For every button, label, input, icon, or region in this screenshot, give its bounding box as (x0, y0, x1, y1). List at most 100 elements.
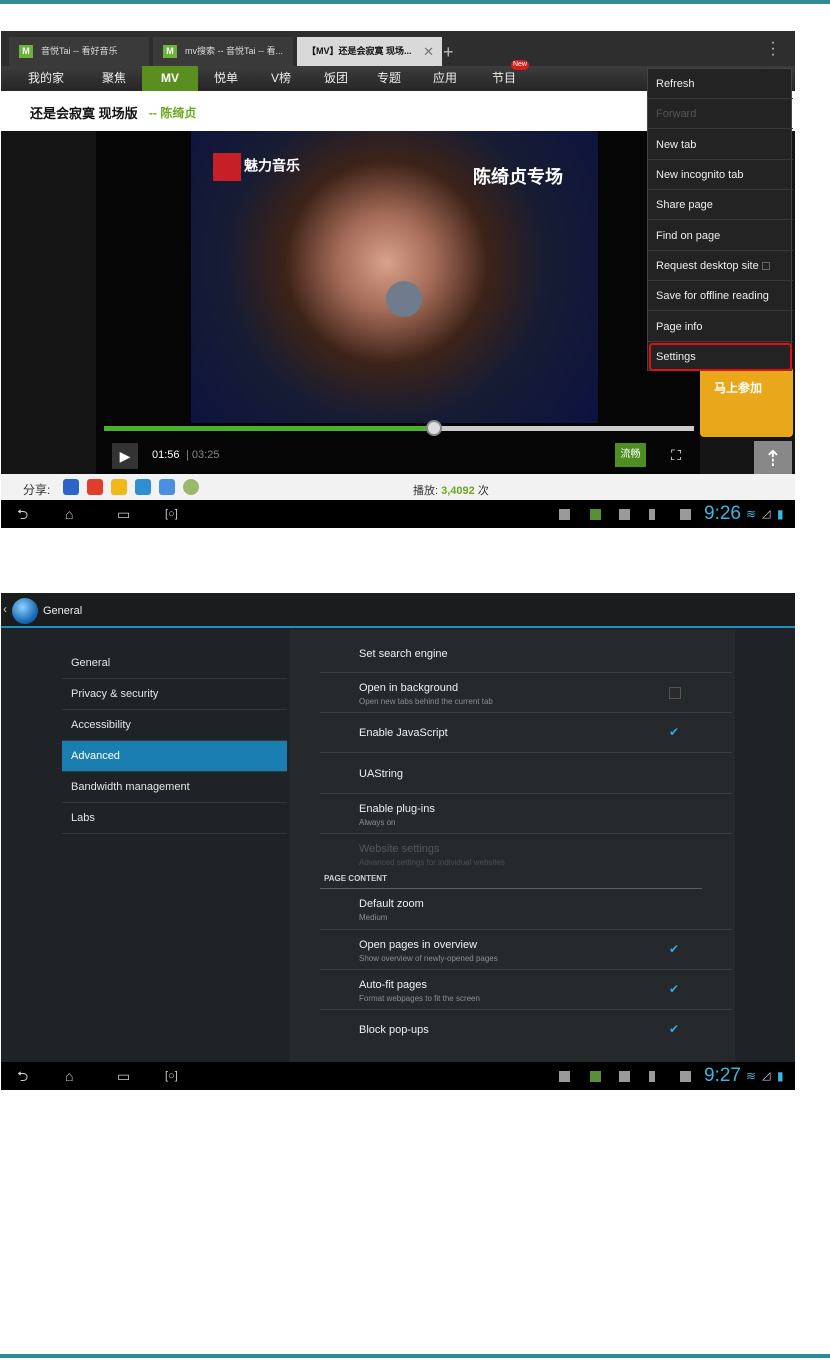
home-icon[interactable]: ⌂ (65, 1062, 73, 1090)
artist-link[interactable]: 陈绮贞 (160, 106, 196, 120)
notification-icon[interactable] (559, 1071, 570, 1082)
setting-open-in-background[interactable]: Open in background Open new tabs behind … (320, 673, 732, 713)
recents-icon[interactable]: ▭ (117, 1062, 130, 1090)
android-icon[interactable] (590, 1071, 601, 1082)
signal-icon: ◿ (762, 508, 771, 520)
android-icon[interactable] (590, 509, 601, 520)
play-button[interactable]: ▶ (112, 443, 138, 469)
menu-item-forward: Forward (648, 99, 793, 129)
category-labs[interactable]: Labs (62, 803, 287, 834)
screenshot-icon[interactable]: [○] (165, 1062, 178, 1090)
site-nav-item[interactable]: 应用 (422, 66, 468, 91)
share-icon-4[interactable] (135, 479, 151, 495)
system-navigation-bar: ⮌ ⌂ ▭ [○] 9:26 ≋ ◿ ▮ (1, 500, 795, 528)
setting-enable-plugins[interactable]: Enable plug-ins Always on (320, 794, 732, 834)
site-nav-item[interactable]: 饭团 (313, 66, 359, 91)
setting-uastring[interactable]: UAString (320, 753, 732, 794)
desktop-site-checkbox[interactable] (761, 262, 770, 271)
mail-icon[interactable] (619, 509, 630, 520)
browser-tab-2[interactable]: M mv搜索 -- 音悦Tai -- 看... (153, 37, 293, 66)
checkmark-icon[interactable]: ✔ (669, 1023, 681, 1035)
category-privacy-security[interactable]: Privacy & security (62, 679, 287, 710)
microphone-image (386, 281, 422, 317)
usb-icon[interactable] (649, 509, 655, 520)
setting-title: Set search engine (359, 648, 448, 660)
mail-icon[interactable] (619, 1071, 630, 1082)
site-nav-item[interactable]: V榜 (258, 66, 304, 91)
recents-icon[interactable]: ▭ (117, 500, 130, 528)
fullscreen-icon[interactable]: ⛶ (664, 443, 688, 467)
share-more-icon[interactable] (183, 479, 199, 495)
back-icon[interactable]: ⮌ (17, 500, 28, 528)
setting-title: Block pop-ups (359, 1024, 429, 1036)
category-advanced[interactable]: Advanced (62, 741, 287, 772)
menu-item-share-page[interactable]: Share page (648, 190, 793, 220)
share-icon-2[interactable] (87, 479, 103, 495)
share-label: 分享: (23, 483, 51, 497)
menu-item-request-desktop-site[interactable]: Request desktop site (648, 251, 793, 281)
share-icon-3[interactable] (111, 479, 127, 495)
menu-item-refresh[interactable]: Refresh (648, 69, 793, 99)
checkmark-icon[interactable]: ✔ (669, 943, 681, 955)
setting-default-zoom[interactable]: Default zoom Medium (320, 889, 732, 930)
category-bandwidth-management[interactable]: Bandwidth management (62, 772, 287, 803)
artist-name[interactable]: -- 陈绮贞 (149, 104, 196, 121)
category-accessibility[interactable]: Accessibility (62, 710, 287, 741)
setting-search-engine[interactable]: Set search engine (320, 630, 732, 673)
setting-open-pages-overview[interactable]: Open pages in overview Show overview of … (320, 930, 732, 970)
setting-enable-javascript[interactable]: Enable JavaScript ✔ (320, 713, 732, 753)
site-nav-item[interactable]: 聚焦 (91, 66, 137, 91)
menu-item-find-on-page[interactable]: Find on page (648, 221, 793, 251)
menu-item-save-offline[interactable]: Save for offline reading (648, 281, 793, 311)
setting-subtitle: Open new tabs behind the current tab (359, 697, 493, 706)
share-icon-5[interactable] (159, 479, 175, 495)
site-nav-item[interactable]: 悦单 (203, 66, 249, 91)
video-progress-bar[interactable] (104, 420, 694, 436)
browser-globe-icon[interactable] (12, 598, 38, 624)
menu-item-new-incognito-tab[interactable]: New incognito tab (648, 160, 793, 190)
setting-subtitle: Show overview of newly-opened pages (359, 954, 498, 963)
play-count: 播放: 3,4092 次 (413, 482, 489, 498)
site-favicon-icon: M (163, 45, 177, 58)
screenshot-icon[interactable]: [○] (165, 500, 178, 528)
menu-item-new-tab[interactable]: New tab (648, 130, 793, 160)
site-nav-item-active[interactable]: MV (142, 66, 198, 91)
menu-item-settings[interactable]: Settings (648, 342, 793, 372)
status-clock[interactable]: 9:26 (704, 500, 741, 528)
checkmark-icon[interactable]: ✔ (669, 726, 681, 738)
overflow-menu-icon[interactable]: · · · (768, 35, 778, 63)
open-in-background-checkbox[interactable] (669, 687, 681, 699)
new-tab-icon[interactable]: + (443, 39, 454, 65)
browser-tab-active[interactable]: 【MV】还是会寂寞 现场... ✕ (297, 37, 442, 66)
site-nav-item[interactable]: 我的家 (23, 66, 69, 91)
up-chevron-icon[interactable]: ‹ (3, 602, 7, 616)
browser-screenshot: M 音悦Tai -- 看好音乐 M mv搜索 -- 音悦Tai -- 看... … (1, 31, 795, 528)
setting-title: Enable JavaScript (359, 727, 448, 739)
checkmark-icon[interactable]: ✔ (669, 983, 681, 995)
scroll-to-top-icon[interactable]: ⇡ (754, 441, 792, 477)
status-clock[interactable]: 9:27 (704, 1062, 741, 1090)
media-icon[interactable] (680, 1071, 691, 1082)
quality-button[interactable]: 流畅 (615, 443, 646, 467)
share-icon-1[interactable] (63, 479, 79, 495)
video-control-bar: ▶ 01:56 | 03:25 流畅 ⛶ (104, 439, 700, 474)
home-icon[interactable]: ⌂ (65, 500, 73, 528)
setting-title: Auto-fit pages (359, 979, 427, 991)
back-icon[interactable]: ⮌ (17, 1062, 28, 1090)
promo-banner[interactable]: 马上参加 (700, 367, 793, 437)
video-frame[interactable]: 魅力音乐 陈绮贞专场 (191, 131, 598, 423)
browser-options-menu: Refresh Forward New tab New incognito ta… (647, 68, 793, 372)
menu-item-page-info[interactable]: Page info (648, 312, 793, 342)
media-icon[interactable] (680, 509, 691, 520)
setting-auto-fit-pages[interactable]: Auto-fit pages Format webpages to fit th… (320, 970, 732, 1010)
close-tab-icon[interactable]: ✕ (423, 37, 434, 66)
site-nav-item[interactable]: 专题 (366, 66, 412, 91)
video-overlay-title: 陈绮贞专场 (473, 167, 563, 187)
setting-block-popups[interactable]: Block pop-ups ✔ (320, 1010, 732, 1050)
setting-subtitle: Format webpages to fit the screen (359, 994, 480, 1003)
browser-tab-1[interactable]: M 音悦Tai -- 看好音乐 (9, 37, 149, 66)
category-general[interactable]: General (62, 648, 287, 679)
battery-icon: ▮ (777, 1069, 784, 1083)
notification-icon[interactable] (559, 509, 570, 520)
usb-icon[interactable] (649, 1071, 655, 1082)
